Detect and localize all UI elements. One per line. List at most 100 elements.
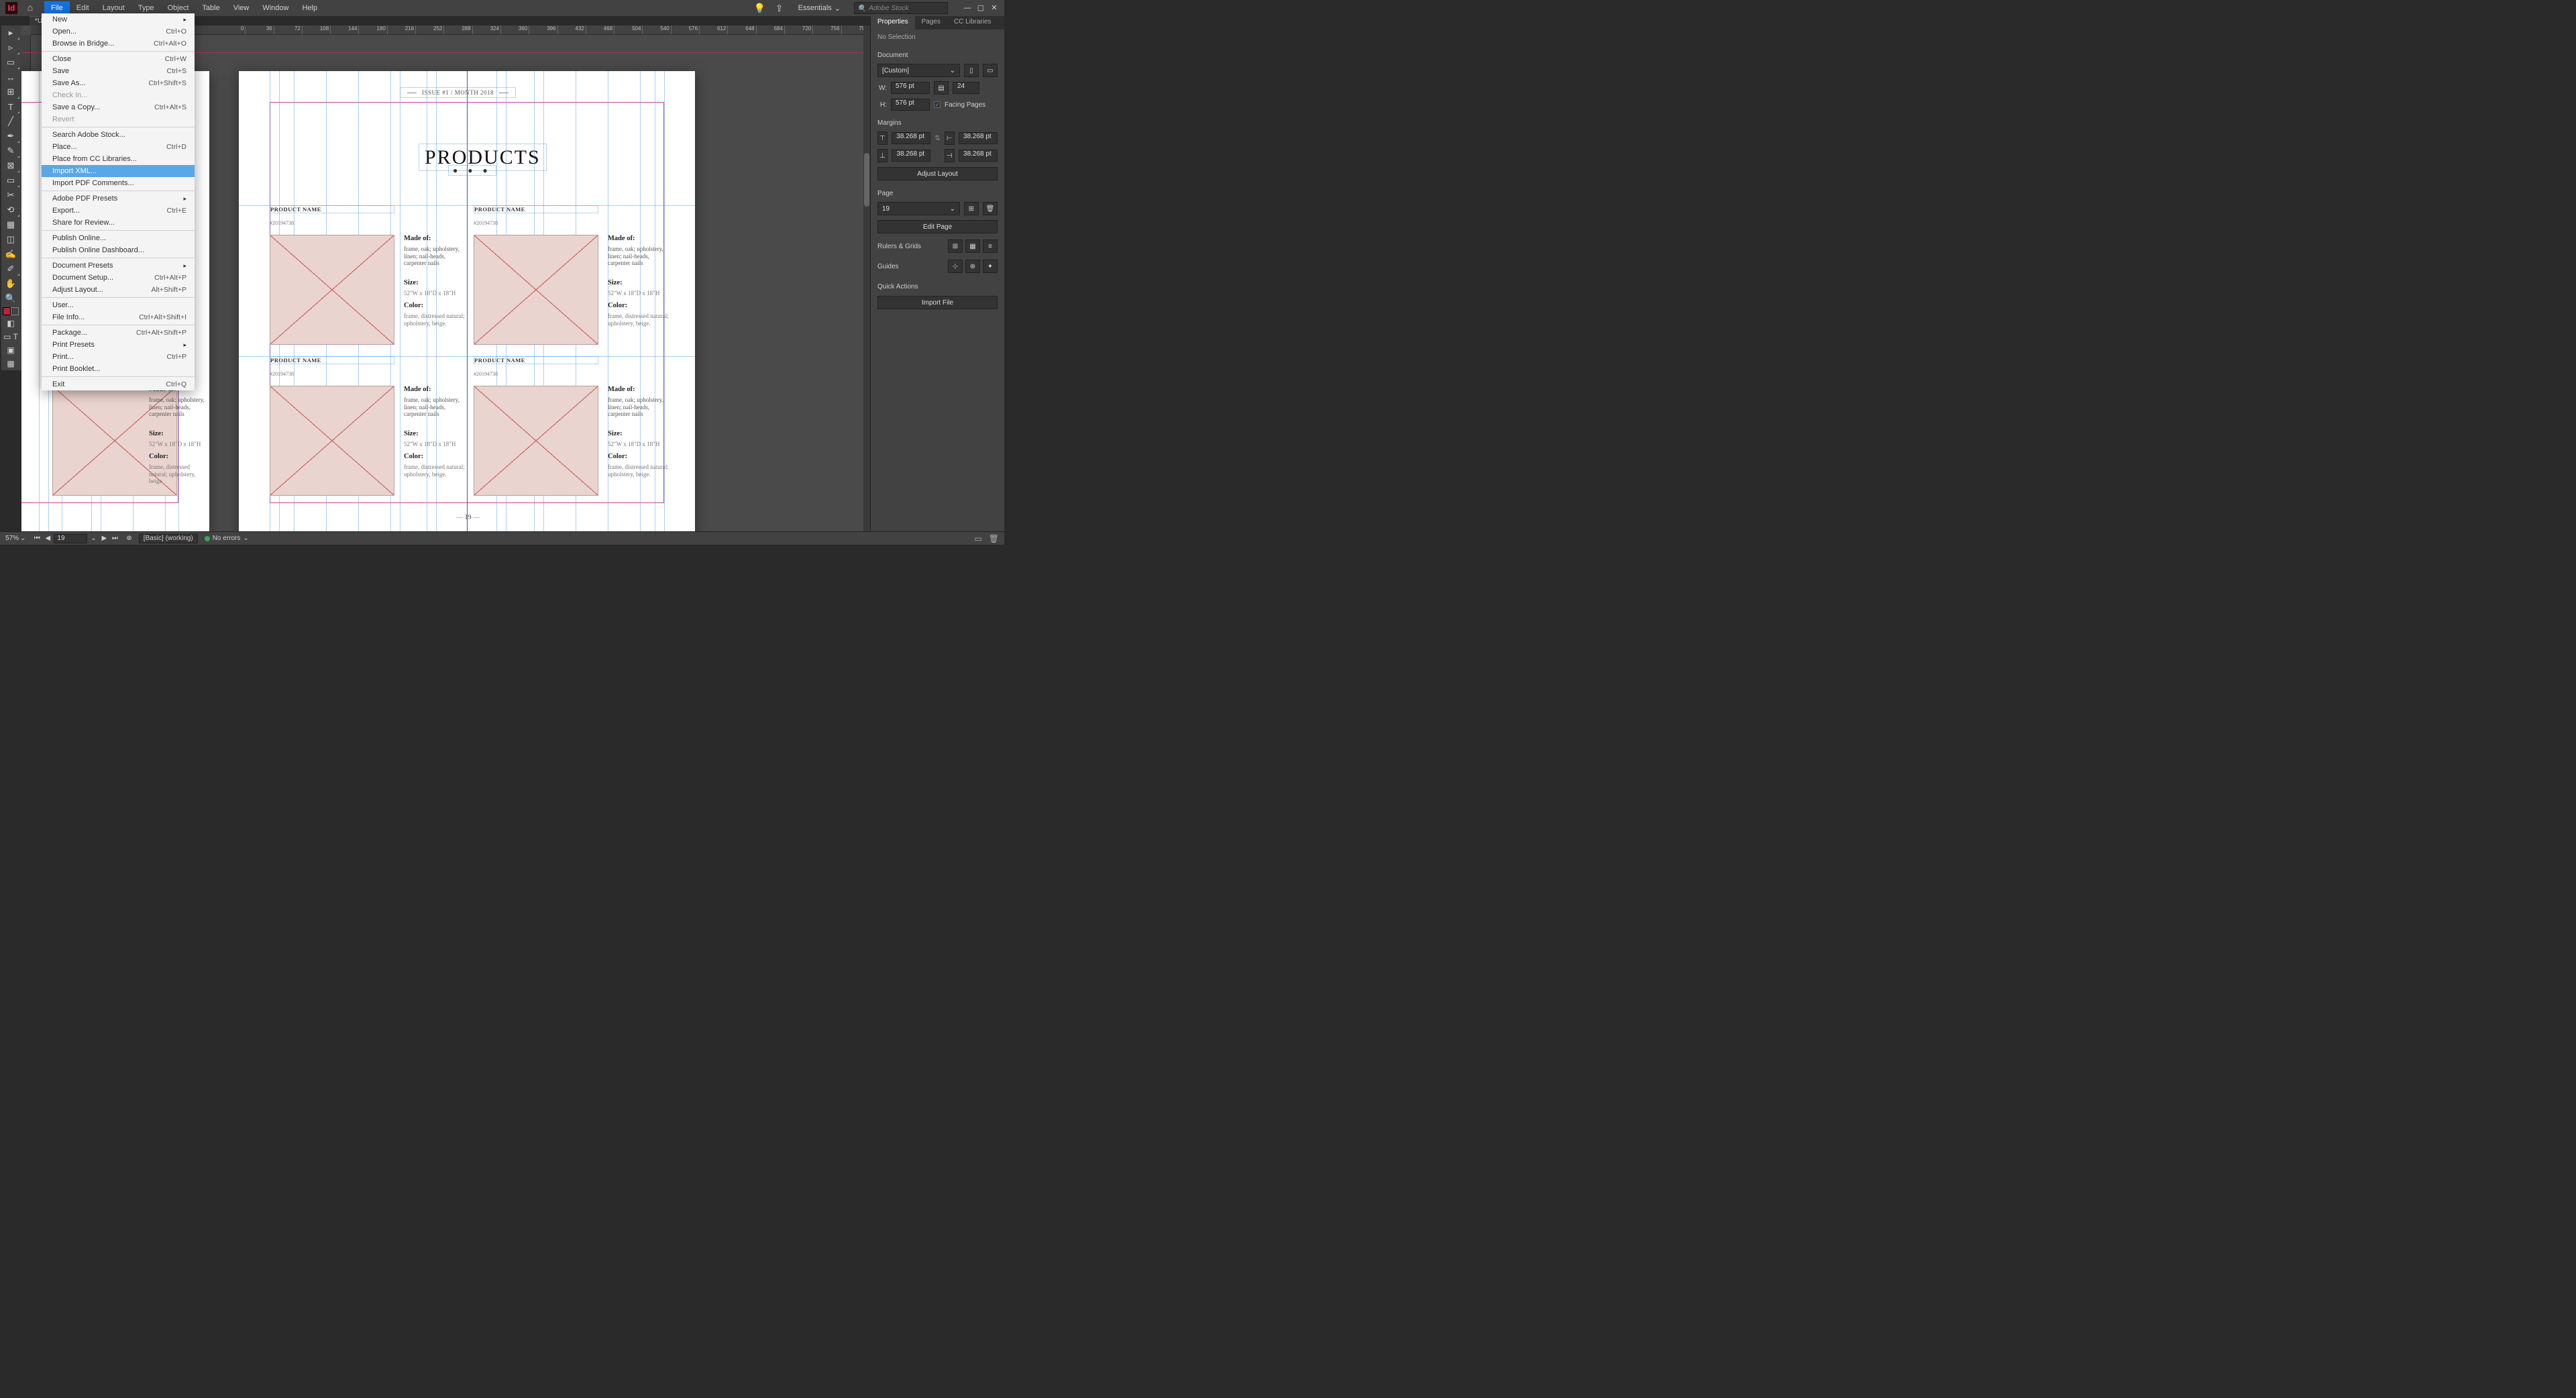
lock-guides-icon[interactable]: ⊕ [965, 260, 980, 273]
window-maximize-icon[interactable]: ▢ [976, 3, 985, 13]
orientation-landscape-icon[interactable]: ▭ [983, 64, 998, 77]
doc-grid-icon[interactable]: ▦ [965, 239, 980, 253]
window-minimize-icon[interactable]: — [963, 3, 972, 13]
line-tool-icon[interactable]: ╱ [1, 114, 20, 129]
margin-right-input[interactable]: 38.268 pt [959, 150, 998, 162]
fill-stroke-swatch[interactable] [1, 306, 20, 317]
stock-search-input[interactable]: 🔍 Adobe Stock [854, 2, 948, 14]
delete-page-icon[interactable]: 🗑 [983, 202, 998, 215]
view-options-icon[interactable]: ▦ [1, 357, 20, 370]
menu-item-user[interactable]: User... [42, 299, 195, 311]
gradient-swatch-tool-icon[interactable]: ▦ [1, 217, 20, 232]
menu-type[interactable]: Type [131, 1, 161, 15]
menu-edit[interactable]: Edit [70, 1, 96, 15]
pages-count-input[interactable]: 24 [953, 82, 979, 94]
menu-item-save[interactable]: SaveCtrl+S [42, 65, 195, 77]
menu-item-new[interactable]: New [42, 13, 195, 25]
menu-item-save-a-copy[interactable]: Save a Copy...Ctrl+Alt+S [42, 101, 195, 113]
menu-item-print[interactable]: Print...Ctrl+P [42, 351, 195, 363]
menu-item-import-xml[interactable]: Import XML... [42, 165, 195, 177]
menu-item-package[interactable]: Package...Ctrl+Alt+Shift+P [42, 327, 195, 339]
rectangle-frame-tool-icon[interactable]: ⊠ [1, 158, 20, 173]
menu-item-exit[interactable]: ExitCtrl+Q [42, 378, 195, 390]
free-transform-tool-icon[interactable]: ⟲ [1, 203, 20, 217]
tab-pages[interactable]: Pages [915, 16, 947, 30]
show-guides-icon[interactable]: ⊹ [948, 260, 963, 273]
menu-item-document-presets[interactable]: Document Presets [42, 260, 195, 272]
menu-view[interactable]: View [227, 1, 256, 15]
gradient-feather-tool-icon[interactable]: ◫ [1, 232, 20, 247]
width-input[interactable]: 576 pt [891, 82, 930, 94]
scissors-tool-icon[interactable]: ✂ [1, 188, 20, 203]
baseline-grid-icon[interactable]: ≡ [983, 239, 998, 253]
menu-help[interactable]: Help [295, 1, 324, 15]
share-icon[interactable]: ⇪ [774, 3, 785, 13]
menu-item-place[interactable]: Place...Ctrl+D [42, 141, 195, 153]
edit-page-button[interactable]: Edit Page [877, 220, 998, 233]
menu-item-place-from-cc-libraries[interactable]: Place from CC Libraries... [42, 153, 195, 165]
menu-object[interactable]: Object [161, 1, 196, 15]
menu-table[interactable]: Table [195, 1, 226, 15]
zoom-tool-icon[interactable]: 🔍 [1, 291, 20, 306]
link-margins-icon[interactable]: ⇅ [934, 135, 940, 142]
scrollbar-thumb[interactable] [864, 153, 869, 207]
adjust-layout-button[interactable]: Adjust Layout [877, 167, 998, 180]
type-tool-icon[interactable]: T [1, 99, 20, 114]
page-dropdown-icon[interactable]: ⌄ [89, 535, 98, 542]
content-collector-tool-icon[interactable]: ⊞ [1, 85, 20, 99]
hand-tool-icon[interactable]: ✋ [1, 276, 20, 291]
margin-top-input[interactable]: 38.268 pt [892, 132, 930, 144]
format-container-icon[interactable]: ▭ T [1, 330, 20, 343]
margin-bottom-input[interactable]: 38.268 pt [892, 150, 930, 162]
pencil-tool-icon[interactable]: ✎ [1, 144, 20, 158]
orientation-portrait-icon[interactable]: ▯ [964, 64, 979, 77]
menu-item-share-for-review[interactable]: Share for Review... [42, 217, 195, 229]
status-trash-icon[interactable]: 🗑 [989, 534, 999, 543]
open-spread-icon[interactable]: ⊕ [126, 535, 131, 542]
status-view-icon[interactable]: ▭ [974, 534, 981, 543]
pen-tool-icon[interactable]: ✒ [1, 129, 20, 144]
vertical-scrollbar[interactable] [863, 25, 870, 531]
menu-item-open[interactable]: Open...Ctrl+O [42, 25, 195, 38]
selection-tool-icon[interactable]: ▸ [1, 25, 20, 40]
new-page-icon[interactable]: ⊞ [964, 202, 979, 215]
first-page-icon[interactable]: ⏮ [32, 535, 42, 542]
page-preset-dropdown[interactable]: [Custom] [877, 64, 960, 77]
note-tool-icon[interactable]: ✍ [1, 247, 20, 262]
smart-guides-icon[interactable]: ✦ [983, 260, 998, 273]
menu-item-export[interactable]: Export...Ctrl+E [42, 205, 195, 217]
margin-left-input[interactable]: 38.268 pt [959, 132, 998, 144]
apply-color-icon[interactable]: ◧ [1, 317, 20, 330]
ruler-units-icon[interactable]: ⊞ [948, 239, 963, 253]
menu-window[interactable]: Window [256, 1, 295, 15]
window-close-icon[interactable]: ✕ [989, 3, 999, 13]
next-page-icon[interactable]: ▶ [99, 535, 109, 542]
menu-item-save-as[interactable]: Save As...Ctrl+Shift+S [42, 77, 195, 89]
direct-selection-tool-icon[interactable]: ▹ [1, 40, 20, 55]
eyedropper-tool-icon[interactable]: ✐ [1, 262, 20, 276]
menu-item-adobe-pdf-presets[interactable]: Adobe PDF Presets [42, 193, 195, 205]
menu-item-print-presets[interactable]: Print Presets [42, 339, 195, 351]
rectangle-tool-icon[interactable]: ▭ [1, 173, 20, 188]
menu-item-adjust-layout[interactable]: Adjust Layout...Alt+Shift+P [42, 284, 195, 296]
menu-item-browse-in-bridge[interactable]: Browse in Bridge...Ctrl+Alt+O [42, 38, 195, 50]
menu-file[interactable]: File [44, 1, 70, 15]
page-tool-icon[interactable]: ▭ [1, 55, 20, 70]
screen-mode-icon[interactable]: ▣ [1, 343, 20, 357]
page-number-input[interactable]: 19 [54, 534, 87, 543]
gap-tool-icon[interactable]: ↔ [1, 70, 20, 85]
preflight-status[interactable]: No errors ⌄ [205, 535, 249, 542]
tab-cc-libraries[interactable]: CC Libraries [947, 16, 998, 30]
prev-page-icon[interactable]: ◀ [43, 535, 52, 542]
import-file-button[interactable]: Import File [877, 296, 998, 309]
height-input[interactable]: 576 pt [891, 99, 930, 111]
tips-icon[interactable]: 💡 [754, 3, 765, 13]
tab-properties[interactable]: Properties [871, 16, 915, 30]
page-number-dropdown[interactable]: 19 [877, 202, 960, 215]
workspace-selector[interactable]: Essentials ⌄ [794, 3, 845, 14]
home-icon[interactable]: ⌂ [23, 2, 38, 14]
menu-item-publish-online[interactable]: Publish Online... [42, 232, 195, 244]
zoom-selector[interactable]: 57% ⌄ [5, 535, 25, 542]
menu-layout[interactable]: Layout [96, 1, 131, 15]
menu-item-search-adobe-stock[interactable]: Search Adobe Stock... [42, 129, 195, 141]
